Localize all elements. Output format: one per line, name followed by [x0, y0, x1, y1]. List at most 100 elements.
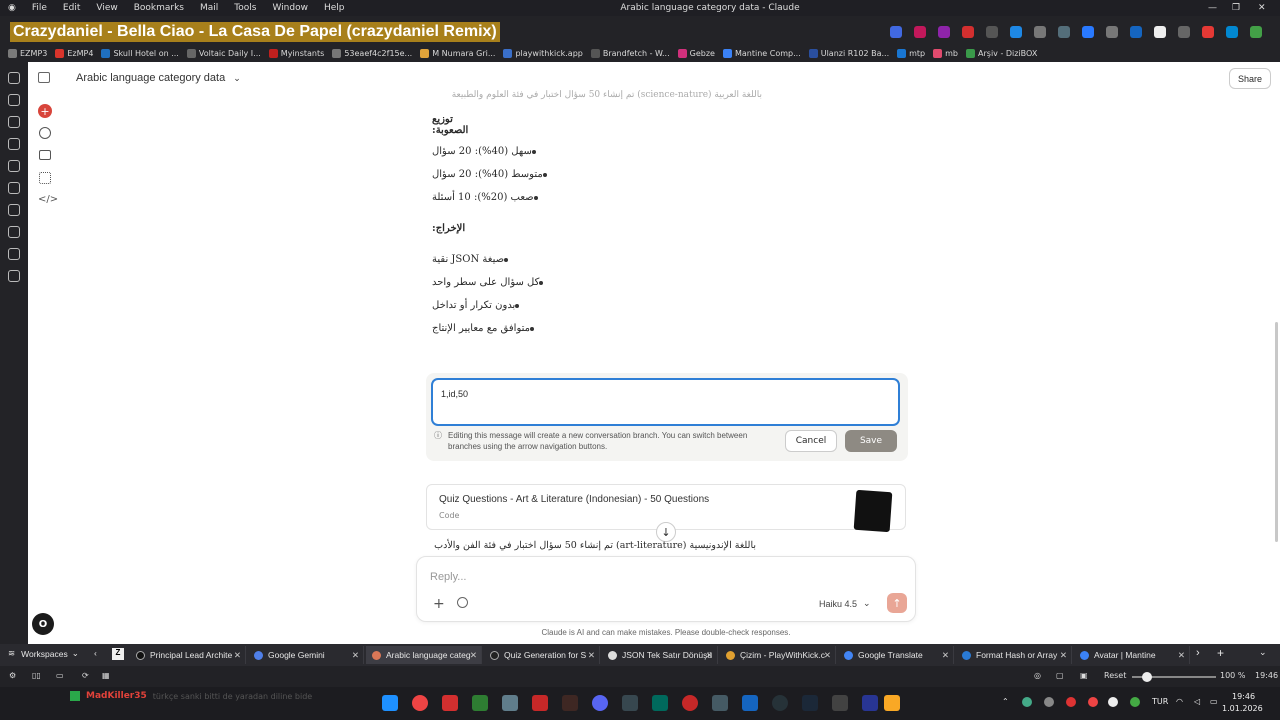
- tab-translate[interactable]: Google Translate ✕: [838, 646, 954, 664]
- extension-icon[interactable]: [1034, 26, 1046, 38]
- cancel-button[interactable]: Cancel: [785, 430, 837, 452]
- scrollbar[interactable]: [1275, 322, 1278, 542]
- downloads-icon[interactable]: [8, 94, 20, 106]
- vivaldi-icon[interactable]: ◉: [0, 3, 24, 13]
- bookmark-voltaic[interactable]: Voltaic Daily I...: [186, 48, 261, 58]
- bookmark-ulanzi[interactable]: Ulanzi R102 Ba...: [808, 48, 889, 58]
- settings-icon[interactable]: ⚙: [9, 671, 16, 680]
- extension-icon[interactable]: [1202, 26, 1214, 38]
- tab-quiz[interactable]: Quiz Generation for S ✕: [484, 646, 600, 664]
- bookmark-dizibox[interactable]: Arşiv - DiziBOX: [966, 48, 1037, 58]
- windows-panel-icon[interactable]: [8, 160, 20, 172]
- zoom-slider-thumb[interactable]: [1142, 672, 1152, 682]
- tab-cizim[interactable]: Çizim - PlayWithKick.c ✕: [720, 646, 836, 664]
- tab-gemini[interactable]: Google Gemini ✕: [248, 646, 364, 664]
- extension-icon[interactable]: [1250, 26, 1262, 38]
- extension-icon[interactable]: [1058, 26, 1070, 38]
- app-icon[interactable]: [772, 695, 788, 711]
- panel-icon[interactable]: ▯▯: [32, 671, 41, 680]
- menu-view[interactable]: View: [88, 3, 125, 13]
- save-button[interactable]: Save: [845, 430, 897, 452]
- sidebar-toggle-icon[interactable]: [38, 72, 50, 83]
- notes-icon[interactable]: [8, 138, 20, 150]
- explorer-icon[interactable]: [712, 695, 728, 711]
- menu-help[interactable]: Help: [316, 3, 353, 13]
- illustrator-icon[interactable]: [562, 695, 578, 711]
- bookmark-gebze[interactable]: Gebze: [677, 48, 715, 58]
- close-tab-icon[interactable]: ✕: [470, 650, 477, 661]
- extension-icon[interactable]: [1130, 26, 1142, 38]
- reading-list-icon[interactable]: [8, 182, 20, 194]
- tab-json[interactable]: JSON Tek Satır Dönüşü ✕: [602, 646, 718, 664]
- add-attachment-icon[interactable]: +: [433, 596, 445, 612]
- minimize-icon[interactable]: —: [1208, 3, 1217, 13]
- bookmark-mtp[interactable]: mtp: [897, 48, 925, 58]
- bookmarks-panel-icon[interactable]: [8, 72, 20, 84]
- artifacts-icon[interactable]: [39, 172, 51, 184]
- new-tab-icon[interactable]: +: [1217, 646, 1224, 660]
- app-icon[interactable]: [742, 695, 758, 711]
- tray-chevron-up-icon[interactable]: ⌃: [1002, 697, 1009, 706]
- sync-icon[interactable]: ⟳: [82, 671, 89, 680]
- chevron-down-icon[interactable]: ⌄: [1259, 647, 1267, 658]
- extension-icon[interactable]: [914, 26, 926, 38]
- menu-file[interactable]: File: [24, 3, 55, 13]
- bookmark-ezmp3[interactable]: EZMP3: [8, 48, 47, 58]
- clock-time[interactable]: 19:46: [1232, 692, 1255, 701]
- bookmark-playwithkick[interactable]: playwithkick.app: [503, 48, 583, 58]
- tray-icon[interactable]: [1044, 697, 1054, 707]
- app-icon[interactable]: [832, 695, 848, 711]
- extension-icon[interactable]: [1178, 26, 1190, 38]
- code-icon[interactable]: </>: [38, 194, 58, 205]
- clock-date[interactable]: 1.01.2026: [1222, 704, 1263, 713]
- network-icon[interactable]: ◠: [1176, 697, 1183, 706]
- extension-icon[interactable]: [1226, 26, 1238, 38]
- close-tab-icon[interactable]: ✕: [706, 650, 713, 661]
- scroll-down-button[interactable]: ↓: [656, 522, 676, 542]
- bookmark-brandfetch[interactable]: Brandfetch - W...: [590, 48, 670, 58]
- filezilla-icon[interactable]: [532, 695, 548, 711]
- tab-principal[interactable]: Principal Lead Archite ✕: [130, 646, 246, 664]
- layout-icon[interactable]: ▭: [56, 671, 64, 680]
- history-icon[interactable]: [8, 116, 20, 128]
- menu-mail[interactable]: Mail: [192, 3, 226, 13]
- bookmark-ezmp4[interactable]: EzMP4: [55, 48, 93, 58]
- folder-icon[interactable]: [884, 695, 900, 711]
- steam-icon[interactable]: [802, 695, 818, 711]
- zoom-reset[interactable]: Reset: [1104, 671, 1126, 680]
- language-indicator[interactable]: TUR: [1152, 697, 1168, 706]
- tiling-icon[interactable]: ▢: [1056, 671, 1064, 680]
- close-tab-icon[interactable]: ✕: [1060, 650, 1067, 661]
- windows-start-icon[interactable]: [382, 695, 398, 711]
- close-tab-icon[interactable]: ✕: [1178, 650, 1185, 661]
- discord-icon[interactable]: [592, 695, 608, 711]
- app-icon[interactable]: [502, 695, 518, 711]
- send-button[interactable]: ↑: [887, 593, 907, 613]
- z-icon[interactable]: Z: [112, 648, 124, 660]
- menu-tools[interactable]: Tools: [226, 3, 264, 13]
- back-icon[interactable]: ‹: [94, 648, 97, 658]
- model-selector[interactable]: Haiku 4.5 ⌄: [819, 598, 871, 609]
- close-tab-icon[interactable]: ✕: [588, 650, 595, 661]
- workspaces-button[interactable]: ≋ Workspaces ⌄: [8, 648, 79, 659]
- bookmark-mantine[interactable]: Mantine Comp...: [722, 48, 801, 58]
- share-button[interactable]: Share: [1229, 68, 1271, 89]
- tray-icon[interactable]: [1130, 697, 1140, 707]
- calendar-icon[interactable]: [8, 226, 20, 238]
- bookmark-skull-hotel[interactable]: Skull Hotel on ...: [101, 48, 179, 58]
- menu-bookmarks[interactable]: Bookmarks: [126, 3, 192, 13]
- extension-icon[interactable]: [1154, 26, 1166, 38]
- tray-icon[interactable]: [1022, 697, 1032, 707]
- extension-icon[interactable]: [938, 26, 950, 38]
- record-icon[interactable]: [682, 695, 698, 711]
- close-tab-icon[interactable]: ✕: [234, 650, 241, 661]
- close-icon[interactable]: ✕: [1258, 3, 1266, 13]
- close-tab-icon[interactable]: ✕: [824, 650, 831, 661]
- vivaldi-icon[interactable]: [442, 695, 458, 711]
- bookmark-numara[interactable]: M Numara Gri...: [420, 48, 495, 58]
- menu-edit[interactable]: Edit: [55, 3, 88, 13]
- new-chat-icon[interactable]: +: [38, 104, 52, 118]
- close-tab-icon[interactable]: ✕: [942, 650, 949, 661]
- calendar-icon[interactable]: ▦: [102, 671, 110, 680]
- tab-arabic[interactable]: Arabic language categ ✕: [366, 646, 482, 664]
